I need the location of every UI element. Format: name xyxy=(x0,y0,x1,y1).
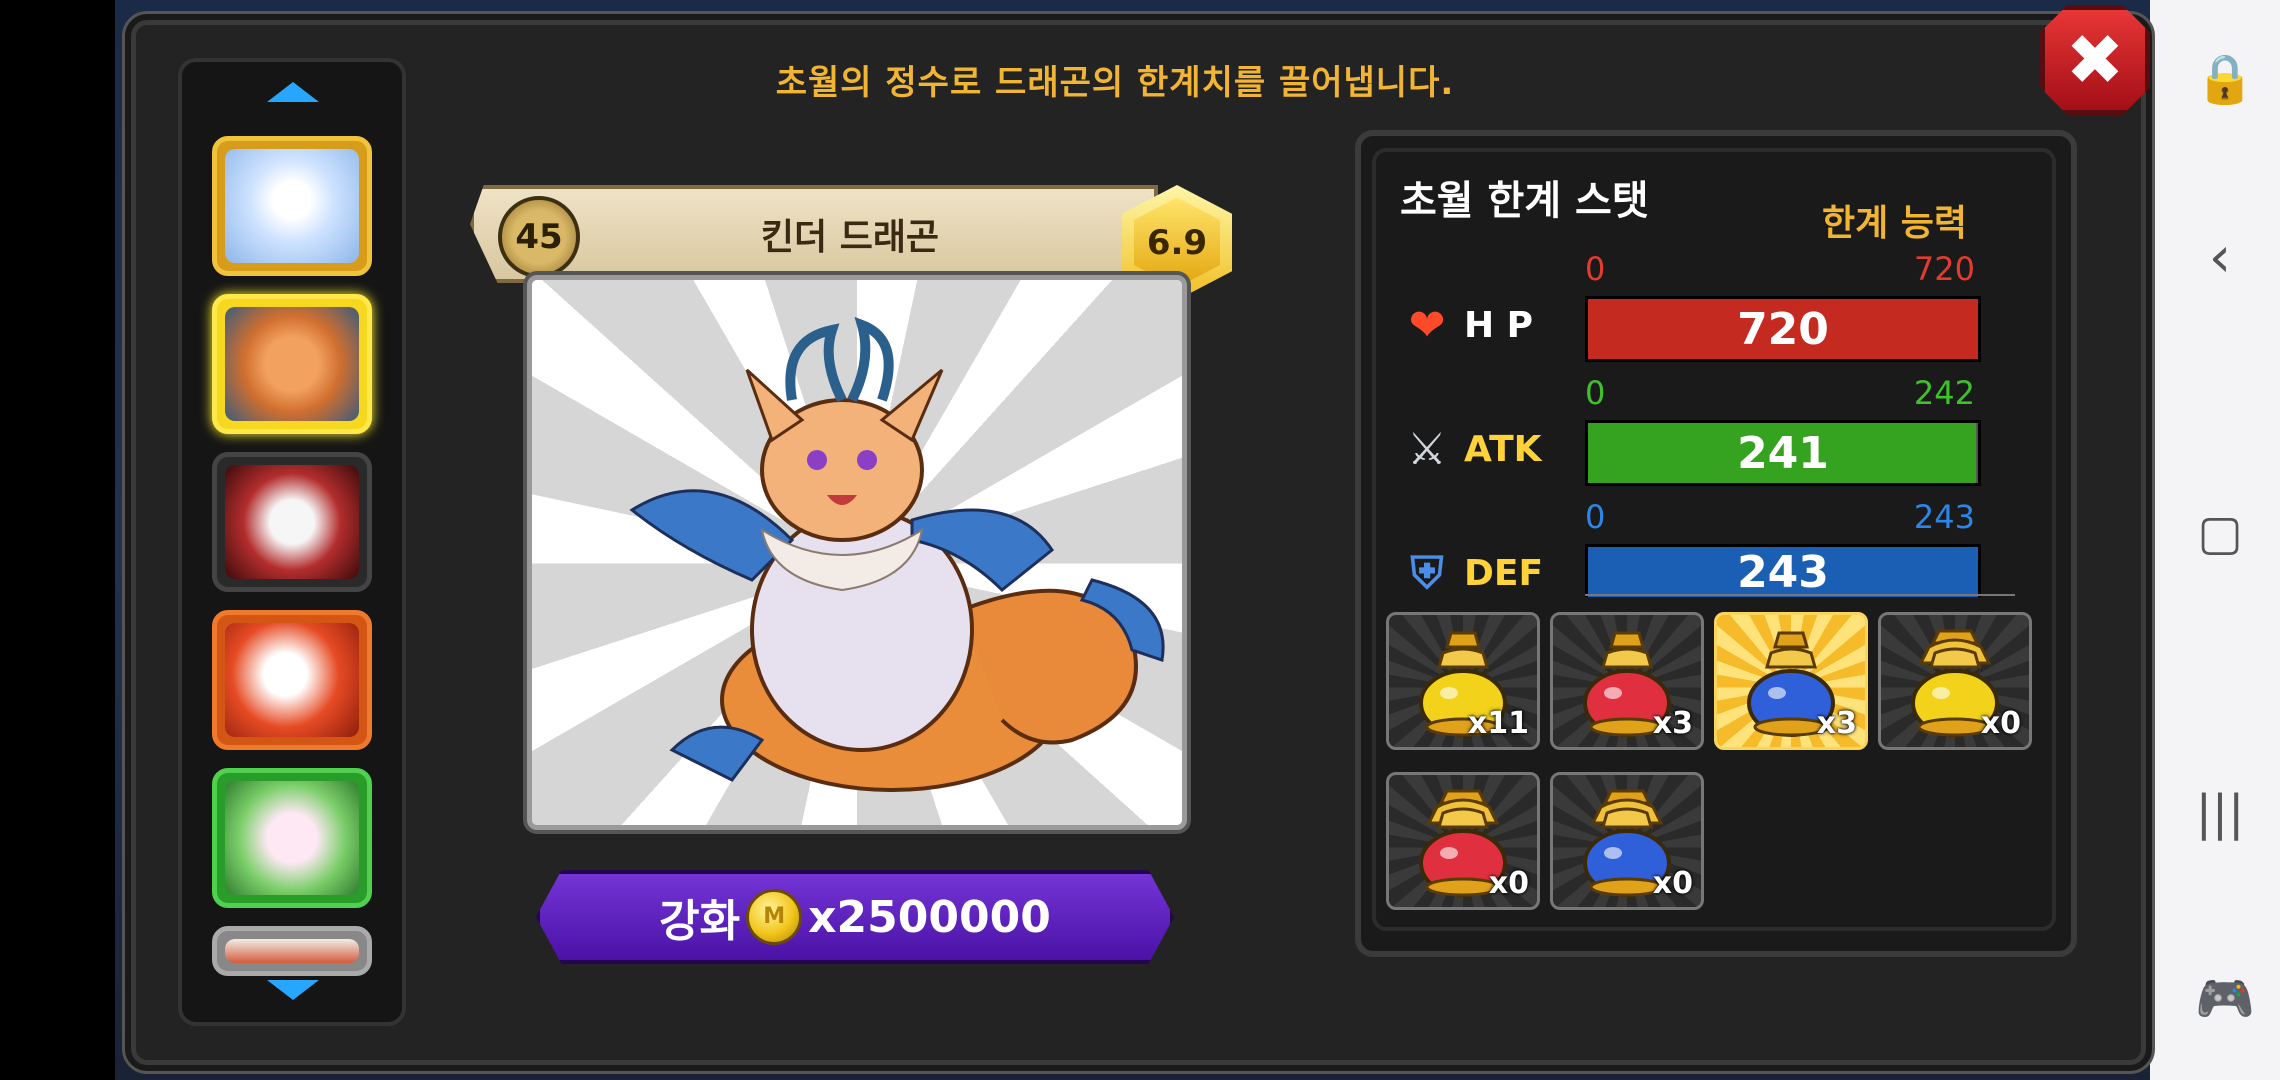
game-tools-icon[interactable]: 🎮 xyxy=(2195,970,2255,1027)
back-icon[interactable]: ‹ xyxy=(2195,225,2245,290)
def-label: DEF xyxy=(1464,552,1544,594)
hp-min: 0 xyxy=(1585,250,1606,288)
heart-icon: ❤ xyxy=(1408,299,1446,351)
enhance-cost: x2500000 xyxy=(808,891,1051,943)
hp-bar: 720 xyxy=(1585,296,1981,362)
potion-count: x0 xyxy=(1980,706,2021,741)
hp-max: 720 xyxy=(1913,250,1975,288)
enhance-label: 강화 xyxy=(659,896,741,947)
dragon-card-white-dragon[interactable] xyxy=(212,136,372,276)
def-min: 0 xyxy=(1585,498,1606,536)
panel-header: 초월의 정수로 드래곤의 한계치를 끌어냅니다. xyxy=(775,63,1455,103)
atk-label: ATK xyxy=(1464,428,1542,470)
dragon-card-partial[interactable] xyxy=(212,926,372,976)
close-icon: ✖ xyxy=(2065,19,2125,101)
stats-title: 초월 한계 스탯 xyxy=(1400,178,1649,224)
chevron-up-icon[interactable] xyxy=(267,82,319,102)
atk-max: 242 xyxy=(1913,374,1975,412)
dragon-card-pink-dragon[interactable] xyxy=(212,768,372,908)
atk-bar: 241 xyxy=(1585,420,1981,486)
recents-icon[interactable]: ||| xyxy=(2195,785,2245,841)
dragon-illustration xyxy=(629,316,1165,792)
dragon-level-badge: 45 xyxy=(498,196,580,278)
crossed-swords-icon: ⚔ xyxy=(1407,423,1447,475)
potion-blue-potion[interactable]: x3 xyxy=(1714,612,1868,750)
chevron-down-icon[interactable] xyxy=(267,980,319,1000)
potion-count: x3 xyxy=(1652,706,1693,741)
potion-red-potion[interactable]: x3 xyxy=(1550,612,1704,750)
def-stat-label: ⛨ DEF xyxy=(1400,546,1544,600)
close-button[interactable]: ✖ xyxy=(2040,5,2150,115)
atk-stat-label: ⚔ ATK xyxy=(1400,422,1542,476)
stats-cap-label: 한계 능력 xyxy=(1822,203,1968,244)
dragon-card-red-white-dragon[interactable] xyxy=(212,452,372,592)
dragon-grade-value: 6.9 xyxy=(1134,197,1220,288)
dragon-card-flame-dragon[interactable] xyxy=(212,610,372,750)
gold-coin-icon: M xyxy=(746,889,803,945)
stats-scroll-divider xyxy=(1585,594,2015,596)
def-bar: 243 xyxy=(1585,544,1981,598)
def-value: 243 xyxy=(1737,546,1829,598)
dragon-card-kinder-dragon[interactable] xyxy=(212,294,372,434)
potion-gold-large-potion[interactable]: x0 xyxy=(1878,612,2032,750)
home-icon[interactable]: ▢ xyxy=(2195,505,2245,561)
atk-min: 0 xyxy=(1585,374,1606,412)
atk-value: 241 xyxy=(1737,427,1829,479)
enhance-button[interactable]: 강화 M x2500000 xyxy=(536,870,1174,964)
dragon-list[interactable] xyxy=(178,58,406,1026)
touch-lock-icon[interactable]: 🔒 xyxy=(2195,50,2255,107)
potion-count: x0 xyxy=(1488,866,1529,901)
potion-red-large-potion[interactable]: x0 xyxy=(1386,772,1540,910)
potion-count: x11 xyxy=(1467,706,1529,741)
shield-icon: ⛨ xyxy=(1410,547,1444,599)
def-max: 243 xyxy=(1913,498,1975,536)
dragon-name: 킨더 드래곤 xyxy=(760,217,940,258)
potion-gold-potion[interactable]: x11 xyxy=(1386,612,1540,750)
hp-label: H P xyxy=(1464,304,1534,346)
hp-stat-label: ❤ H P xyxy=(1400,298,1533,352)
screen-edge-left xyxy=(0,0,115,1080)
potion-blue-large-potion[interactable]: x0 xyxy=(1550,772,1704,910)
hp-value: 720 xyxy=(1737,303,1829,355)
potion-count: x3 xyxy=(1816,706,1857,741)
dragon-portrait xyxy=(527,275,1187,830)
potion-count: x0 xyxy=(1652,866,1693,901)
